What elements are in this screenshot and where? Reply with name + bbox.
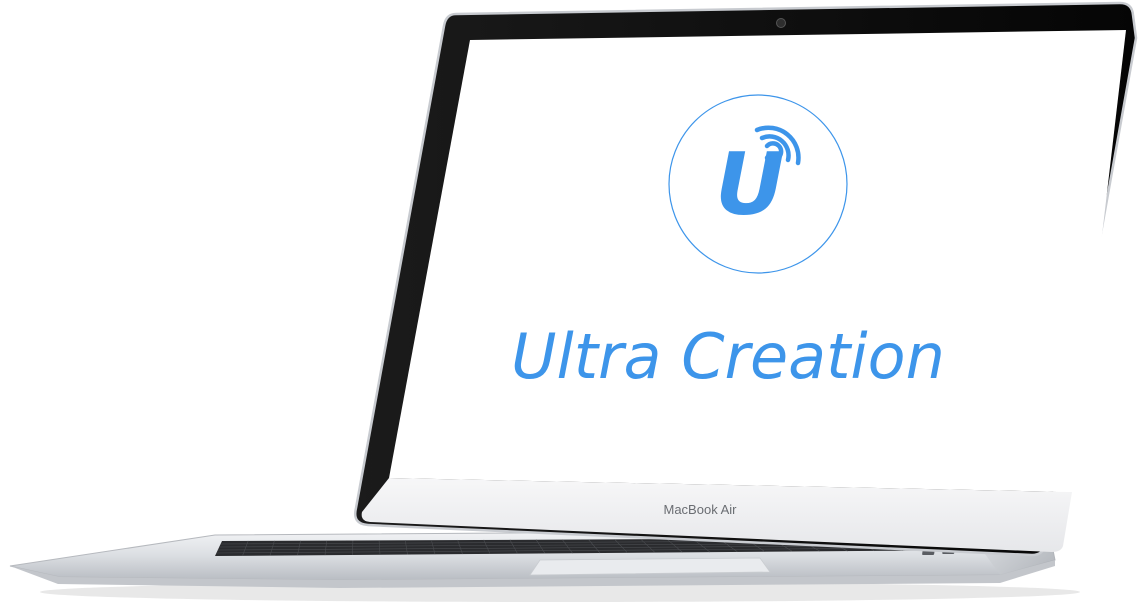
trackpad-icon: [529, 557, 771, 576]
model-label: MacBook Air: [664, 502, 738, 517]
camera-icon: [776, 18, 786, 28]
laptop-photo: U Ultra Creation MacBook Air: [0, 0, 1140, 615]
brand-name: Ultra Creation: [511, 320, 945, 393]
display-screen: [389, 30, 1126, 492]
macbook-air-illustration: U Ultra Creation MacBook Air: [9, 1, 1138, 602]
logo-letter: U: [715, 135, 785, 235]
